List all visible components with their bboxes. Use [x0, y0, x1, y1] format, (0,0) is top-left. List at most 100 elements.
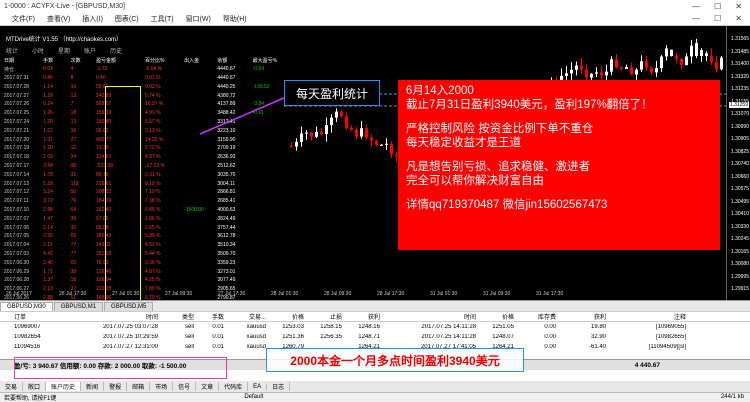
terminal-header-cell[interactable]: 时间	[62, 312, 158, 321]
terminal-header-cell[interactable]: 交易...	[224, 312, 266, 321]
stats-cell: 35	[70, 224, 77, 231]
stats-cell: 16	[70, 83, 77, 90]
stats-cell: 3159.90	[217, 136, 236, 143]
stats-menu-account[interactable]: 账户	[84, 46, 96, 55]
order-row[interactable]: 10969007 2017.07.25 03:07:28 sell 0.01 xauus…	[0, 322, 750, 332]
terminal-tab[interactable]: 信号	[173, 382, 197, 391]
stats-cell: 0.01 %	[144, 74, 161, 81]
stats-cell: 4.87 %	[144, 154, 161, 161]
price-tick: 1.30410	[730, 211, 749, 217]
stats-cell: 1.14	[43, 83, 53, 90]
menu-window[interactable]: 窗口(W)	[186, 14, 211, 24]
chart-minimize-button[interactable]: —	[692, 14, 700, 23]
terminal-header-cell[interactable]: 注释	[606, 312, 686, 321]
current-price-label: 1.31259	[728, 102, 749, 108]
summary-highlight	[14, 357, 227, 379]
terminal-tab[interactable]: 日志	[267, 382, 291, 391]
terminal-header-cell[interactable]: 获利	[556, 312, 606, 321]
terminal-tab[interactable]: 账户历史	[46, 382, 82, 391]
price-tick: 1.30740	[730, 161, 749, 167]
stats-menu-week[interactable]: 星期	[58, 46, 70, 55]
terminal-tab[interactable]: EA	[248, 383, 268, 390]
terminal-header-cell[interactable]: 价格	[266, 312, 304, 321]
terminal-tab[interactable]: 代码库	[219, 382, 249, 391]
terminal-tab[interactable]: 文章	[196, 382, 220, 391]
price-chart[interactable]: MTDrive统计 V1.55 （http://chaokes.com） 统计 …	[0, 26, 726, 300]
candle-body	[300, 133, 303, 142]
candle-body	[660, 56, 663, 69]
chart-restore-button[interactable]: ☐	[714, 14, 721, 23]
stats-cell: 59	[70, 233, 77, 240]
stats-cell: 0.40	[96, 74, 106, 81]
stats-cell: 3273.01	[217, 268, 236, 275]
maximize-button[interactable]: ☐	[714, 2, 721, 11]
candle-body	[330, 117, 333, 126]
candle-body	[625, 66, 628, 69]
terminal-header-cell[interactable]: 获利	[342, 312, 380, 321]
stats-row: 2017.07.04 2.11 77 149.11 4.53 % 3510.34	[4, 241, 282, 250]
menu-tools[interactable]: 工具(T)	[151, 14, 174, 24]
terminal-header-cell[interactable]: 手数	[194, 312, 224, 321]
stats-cell: 6.85 %	[144, 206, 161, 213]
chart-tab-m30[interactable]: GBPUSD,M30	[0, 302, 53, 311]
menu-view[interactable]: 查看(V)	[47, 14, 70, 24]
chart-tab-m5[interactable]: GBPUSD,M5	[104, 302, 154, 311]
order-row[interactable]: 10982654 2017.07.25 10:29:59 sell 0.01 xauus…	[0, 332, 750, 342]
menu-charts[interactable]: 图表(C)	[115, 14, 139, 24]
stats-cell: 64	[70, 206, 77, 213]
stats-row: 2017.07.11 3.72 76 184.29 7.38 % 2685.41	[4, 197, 282, 206]
stats-cell: -17.23 %	[144, 162, 165, 169]
candle-body	[670, 49, 673, 56]
stats-cell: 7.10 %	[144, 189, 161, 196]
time-tick: 28 Jul 01:30	[271, 291, 299, 297]
terminal-tab[interactable]: 警报	[104, 382, 128, 391]
summary-total: 4 440.67	[634, 361, 660, 369]
stats-cell: 2017.07.05	[4, 233, 30, 240]
stats-cell: 百分比%	[144, 57, 165, 64]
candle-body	[715, 61, 718, 70]
terminal-tab[interactable]: 新闻	[81, 382, 105, 391]
price-tick: 1.31565	[730, 36, 749, 42]
stats-cell: 2017.07.20	[4, 136, 30, 143]
stats-menu-history[interactable]: 历史	[110, 46, 122, 55]
stats-cell: 3.84	[43, 162, 53, 169]
stats-cell: 38	[70, 268, 77, 275]
candle-body	[605, 71, 608, 76]
order-cell: 0.01	[212, 344, 224, 350]
stats-cell: 4440.25	[217, 83, 236, 90]
promo-line: 完全可以帮你解决财富自由	[406, 175, 544, 187]
terminal-tab[interactable]: 交易	[0, 382, 24, 391]
terminal-header-cell[interactable]: 止损	[304, 312, 342, 321]
close-button[interactable]: ✕	[735, 2, 742, 11]
menu-file[interactable]: 文件(F)	[12, 14, 35, 24]
terminal-header-cell[interactable]: 库存费	[514, 312, 556, 321]
stats-cell: 0.24	[43, 101, 53, 108]
menu-insert[interactable]: 插入(I)	[82, 14, 103, 24]
stats-row: 2017.07.31 0.46 8 0.40 0.01 % 4440.67	[4, 74, 282, 83]
time-tick: 28 Jul 09:30	[324, 291, 352, 297]
chart-tab-m1[interactable]: GBPUSD,M1	[53, 302, 104, 311]
chart-close-button[interactable]: ✕	[735, 14, 742, 23]
stats-cell: 2.40	[43, 259, 53, 266]
terminal-tab[interactable]: 邮箱	[127, 382, 151, 391]
stats-cell: 2017.07.07	[4, 215, 30, 222]
status-profile: Default	[244, 394, 264, 400]
terminal-header-cell[interactable]: 时间	[380, 312, 476, 321]
terminal-tab[interactable]: 敞口	[23, 382, 47, 391]
stats-cell: 18	[70, 110, 77, 117]
candle-body	[305, 132, 308, 134]
terminal-tab[interactable]: 市场	[150, 382, 174, 391]
window-title: 1-0000 : ACYFX-Live - [GBPUSD,M30]	[4, 2, 125, 10]
terminal-header-cell[interactable]: 类型	[158, 312, 194, 321]
minimize-button[interactable]: —	[692, 2, 700, 11]
terminal-header-cell[interactable]: 订单	[0, 312, 62, 321]
candle-body	[315, 131, 318, 137]
candle-body	[600, 72, 603, 76]
stats-menu-stats[interactable]: 统计	[6, 46, 18, 55]
terminal-header-cell[interactable]: 价格	[476, 312, 514, 321]
menu-help[interactable]: 帮助(H)	[223, 14, 247, 24]
stats-cell: 16.37 %	[144, 101, 164, 108]
stats-menu-hour[interactable]: 小时	[32, 46, 44, 55]
stats-cell: 3488.42	[217, 110, 236, 117]
order-cell: 1251.36	[282, 334, 304, 340]
